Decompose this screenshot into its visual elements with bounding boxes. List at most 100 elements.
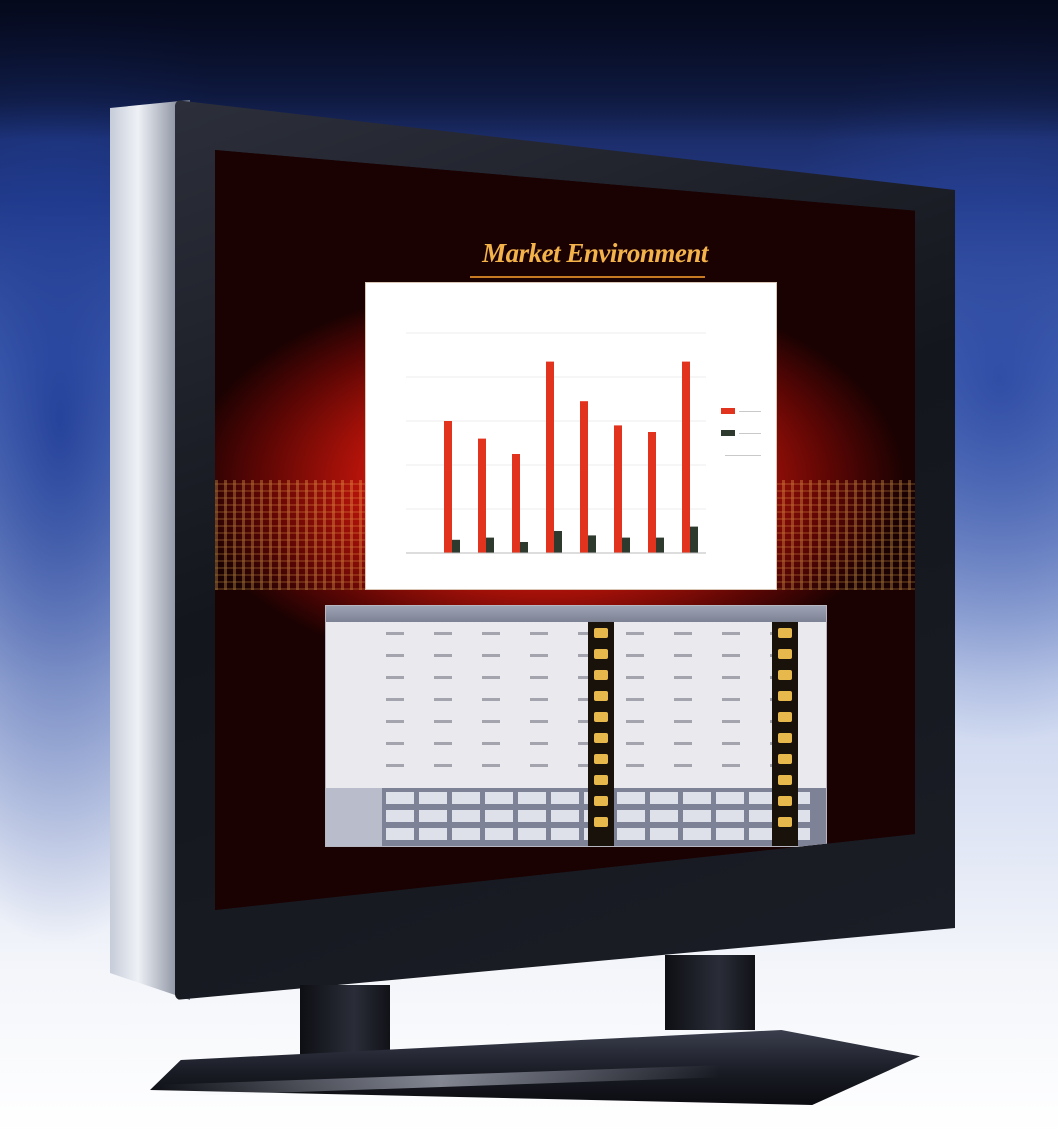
legend-line <box>725 455 761 456</box>
table-summary-cell <box>617 810 645 822</box>
legend-line <box>739 433 761 434</box>
table-cell <box>674 654 692 657</box>
chart-bar-secondary <box>452 539 460 553</box>
chart-panel <box>365 282 777 590</box>
table-cell <box>674 676 692 679</box>
table-highlight-mark <box>778 817 792 827</box>
table-highlight-mark <box>778 628 792 638</box>
table-cell <box>626 676 644 679</box>
table-highlight-mark <box>778 649 792 659</box>
table-cell <box>434 676 452 679</box>
table-summary-cell <box>716 810 744 822</box>
legend-row <box>721 403 769 419</box>
chart-bar-primary <box>546 361 554 553</box>
table-cell <box>722 764 740 767</box>
legend-swatch-primary <box>721 408 735 414</box>
table-highlight-mark <box>594 796 608 806</box>
table-cell <box>530 654 548 657</box>
table-cell <box>722 632 740 635</box>
table-highlight-mark <box>594 712 608 722</box>
table-cell <box>722 720 740 723</box>
stand-neck-right <box>665 955 755 1030</box>
table-cell <box>482 654 500 657</box>
table-summary-cell <box>485 810 513 822</box>
chart-bar-secondary <box>656 537 664 553</box>
table-summary-cell <box>617 792 645 804</box>
table-cell <box>482 742 500 745</box>
table-cell <box>674 742 692 745</box>
table-cell <box>386 764 404 767</box>
table-highlight-mark <box>778 733 792 743</box>
table-summary-cell <box>551 828 579 840</box>
table-cell <box>434 654 452 657</box>
table-highlight-mark <box>594 817 608 827</box>
chart-bar-primary <box>512 454 520 553</box>
table-highlight-mark <box>594 754 608 764</box>
legend-swatch-secondary <box>721 430 735 436</box>
table-cell <box>530 676 548 679</box>
screen-title: Market Environment <box>482 238 708 268</box>
table-summary-cell <box>518 828 546 840</box>
table-cell <box>434 632 452 635</box>
table-cell <box>722 654 740 657</box>
table-summary-cell <box>452 792 480 804</box>
table-summary-cell <box>419 828 447 840</box>
table-summary-cell <box>518 810 546 822</box>
table-highlight-mark <box>594 691 608 701</box>
chart-bar-secondary <box>690 526 698 553</box>
chart-bar-primary <box>444 421 452 553</box>
table-cell <box>674 720 692 723</box>
table-highlight-mark <box>778 712 792 722</box>
table-summary-cell <box>419 810 447 822</box>
table-cell <box>530 632 548 635</box>
chart-bar-primary <box>614 425 622 553</box>
table-cell <box>434 742 452 745</box>
table-cell <box>626 764 644 767</box>
table-summary-cell <box>650 828 678 840</box>
table-summary-cell <box>452 810 480 822</box>
table-cell <box>386 632 404 635</box>
table-summary-cell <box>485 792 513 804</box>
table-summary-cell <box>683 828 711 840</box>
table-cell <box>386 654 404 657</box>
table-cell <box>386 698 404 701</box>
chart-bar-secondary <box>554 531 562 553</box>
table-highlight-mark <box>594 775 608 785</box>
chart-bar-primary <box>648 432 656 553</box>
table-highlight-mark <box>594 733 608 743</box>
chart-bar-primary <box>682 361 690 553</box>
table-highlight-mark <box>594 670 608 680</box>
table-highlight-mark <box>778 796 792 806</box>
table-summary-cell <box>518 792 546 804</box>
table-highlight-mark <box>778 670 792 680</box>
table-cell <box>530 698 548 701</box>
chart-bar-secondary <box>622 537 630 553</box>
table-highlight-mark <box>594 628 608 638</box>
table-cell <box>626 698 644 701</box>
table-summary-cell <box>683 810 711 822</box>
table-cell <box>482 676 500 679</box>
chart-bar-primary <box>580 401 588 553</box>
table-summary-cell <box>551 792 579 804</box>
table-side-block <box>326 788 382 846</box>
bar-chart <box>406 332 706 554</box>
table-summary-cell <box>650 810 678 822</box>
table-cell <box>530 742 548 745</box>
table-summary-cell <box>683 792 711 804</box>
title-underline <box>470 276 705 278</box>
table-cell <box>434 698 452 701</box>
table-cell <box>482 720 500 723</box>
table-summary-cell <box>551 810 579 822</box>
table-highlight-mark <box>778 754 792 764</box>
legend-row <box>721 425 769 441</box>
table-cell <box>482 764 500 767</box>
table-cell <box>530 720 548 723</box>
chart-bar-primary <box>478 438 486 553</box>
table-cell <box>626 720 644 723</box>
table-summary-cell <box>716 792 744 804</box>
table-cell <box>626 654 644 657</box>
table-cell <box>626 632 644 635</box>
table-cell <box>722 698 740 701</box>
table-summary-cell <box>452 828 480 840</box>
table-cell <box>674 764 692 767</box>
